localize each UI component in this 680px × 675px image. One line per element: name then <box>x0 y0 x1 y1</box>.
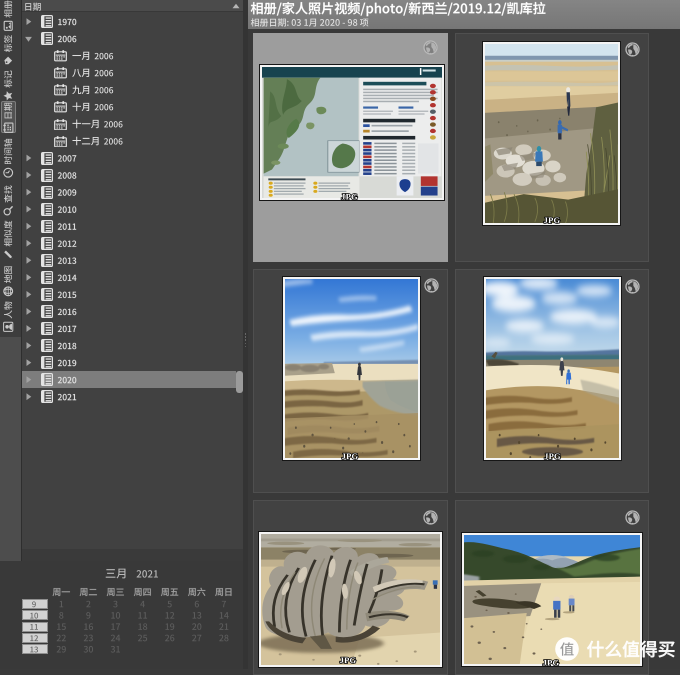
svg-text:JPG: JPG <box>340 655 357 665</box>
svg-text:JPG: JPG <box>544 215 561 225</box>
svg-text:JPG: JPG <box>544 451 561 461</box>
svg-text:JPG: JPG <box>342 451 359 461</box>
svg-text:JPG: JPG <box>341 192 358 202</box>
svg-text:JPG: JPG <box>543 658 560 668</box>
